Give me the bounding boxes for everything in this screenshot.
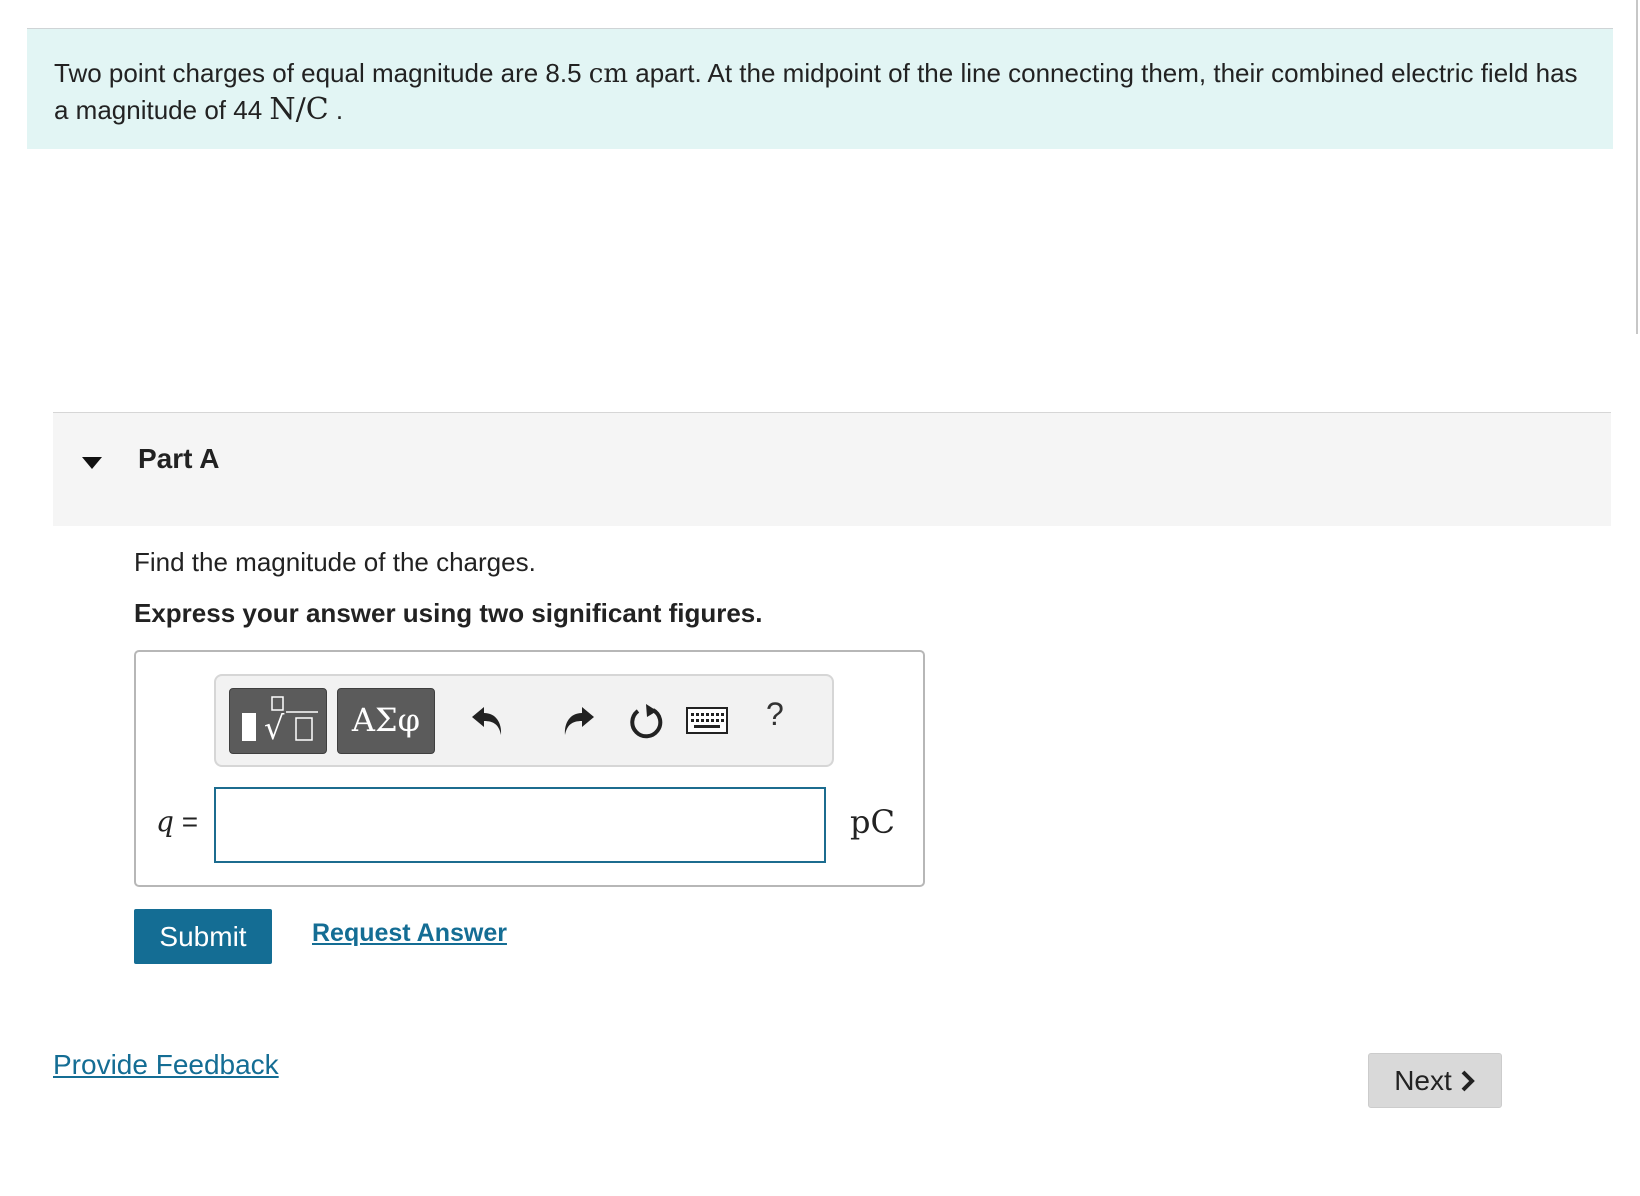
field-unit: N/C: [269, 92, 329, 127]
templates-button[interactable]: √: [229, 688, 327, 754]
undo-icon[interactable]: [468, 701, 508, 741]
problem-statement: Two point charges of equal magnitude are…: [27, 29, 1613, 149]
next-button[interactable]: Next: [1368, 1053, 1502, 1108]
variable-label: q =: [156, 805, 198, 838]
keyboard-icon[interactable]: [686, 706, 728, 736]
equals-sign: =: [181, 806, 199, 837]
answer-unit: pC: [850, 803, 895, 841]
templates-icon: √: [242, 696, 318, 747]
next-label: Next: [1394, 1064, 1452, 1096]
distance-unit: cm: [588, 59, 629, 89]
answer-input[interactable]: [214, 787, 826, 863]
variable-symbol: q: [156, 805, 174, 838]
scrollbar-edge: [1636, 0, 1638, 334]
chevron-right-icon: [1461, 1070, 1475, 1091]
math-toolbar: √ ΑΣφ ?: [214, 674, 834, 767]
reset-icon[interactable]: [626, 701, 668, 743]
greek-letters-button[interactable]: ΑΣφ: [337, 688, 435, 754]
question-prompt: Find the magnitude of the charges.: [134, 547, 536, 577]
provide-feedback-link[interactable]: Provide Feedback: [53, 1049, 279, 1081]
request-answer-link[interactable]: Request Answer: [312, 919, 507, 948]
answer-instruction: Express your answer using two significan…: [134, 598, 763, 628]
collapse-caret-icon[interactable]: [80, 455, 104, 471]
svg-text:√: √: [264, 709, 285, 747]
answer-box: √ ΑΣφ ? q = pC: [134, 650, 925, 887]
help-icon[interactable]: ?: [766, 696, 784, 733]
part-title: Part A: [138, 443, 220, 474]
problem-text-1: Two point charges of equal magnitude are…: [54, 58, 589, 88]
redo-icon[interactable]: [558, 701, 598, 741]
submit-button[interactable]: Submit: [134, 909, 272, 964]
part-a-header[interactable]: Part A: [53, 412, 1611, 526]
problem-text-3: .: [328, 95, 344, 125]
